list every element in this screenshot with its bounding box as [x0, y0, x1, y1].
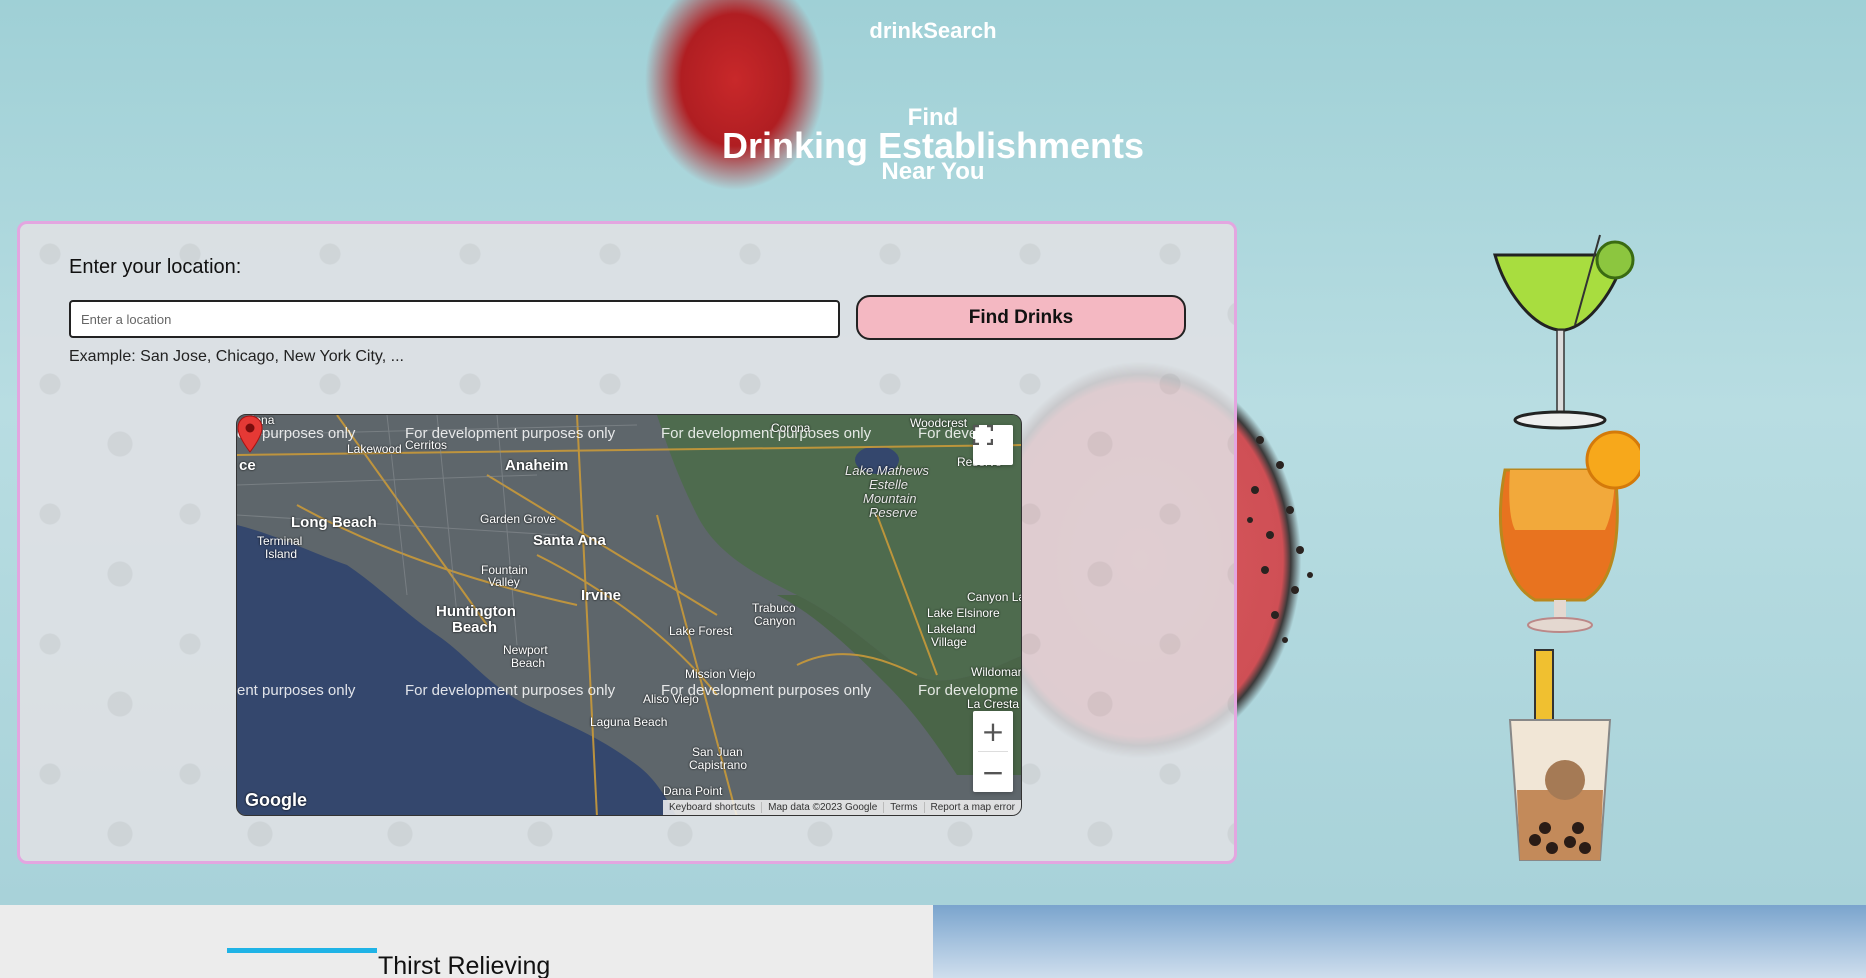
sky-image — [933, 905, 1866, 978]
zoom-in-button[interactable]: + — [973, 711, 1013, 751]
zoom-control: + − — [973, 711, 1013, 792]
map-label: Lakeland — [927, 622, 976, 636]
map-label: Newport — [503, 643, 548, 657]
map-label: Valley — [488, 575, 520, 589]
map-label: Beach — [452, 619, 498, 636]
keyboard-shortcuts-link[interactable]: Keyboard shortcuts — [663, 802, 761, 813]
map-label: Beach — [511, 656, 546, 670]
dev-watermark: ent purposes only — [237, 682, 356, 699]
search-panel: Enter your location: Find Drinks Example… — [17, 221, 1237, 864]
map-label: Santa Ana — [533, 532, 606, 549]
boba-tea-icon — [1508, 649, 1612, 861]
map-label: Mission Viejo — [685, 667, 756, 681]
location-pin-icon[interactable] — [237, 415, 263, 453]
map-label: Canyon Lak — [967, 590, 1021, 604]
map-label: ce — [239, 457, 256, 474]
map-label: Irvine — [581, 587, 622, 604]
map-label: Cerritos — [405, 438, 448, 452]
map-label: La Cresta — [967, 697, 1020, 711]
cocktail-glass-icon — [1493, 234, 1635, 430]
section-accent-bar — [227, 948, 377, 953]
map-label: Mountain — [863, 491, 917, 506]
map-label: Lakewood — [347, 442, 402, 456]
hero-line-near: Near You — [881, 158, 985, 185]
map-widget[interactable]: ent purposes only For development purpos… — [236, 414, 1022, 816]
map-label: San Juan — [692, 745, 743, 759]
map-label: Capistrano — [689, 758, 748, 772]
map-label: Estelle — [869, 477, 909, 492]
dev-watermark: For development purposes only — [405, 682, 616, 699]
location-label: Enter your location: — [69, 256, 242, 278]
location-input[interactable] — [69, 300, 840, 338]
map-label: Laguna Beach — [590, 715, 668, 729]
site-title[interactable]: drinkSearch — [0, 18, 1866, 44]
zoom-out-button[interactable]: − — [973, 752, 1013, 792]
map-label: Terminal — [257, 534, 303, 548]
map-label: Corona — [771, 421, 811, 435]
google-logo[interactable]: Google — [245, 790, 307, 811]
map-data-attribution: Map data ©2023 Google — [761, 802, 883, 813]
fullscreen-button[interactable] — [973, 425, 1013, 465]
map-label: Long Beach — [291, 514, 377, 531]
drinks-illustration — [1493, 234, 1640, 861]
map-label: Aliso Viejo — [643, 692, 699, 706]
dev-watermark: For development purposes only — [661, 425, 872, 442]
map-label: Canyon — [754, 614, 796, 628]
map-footer: Keyboard shortcuts Map data ©2023 Google… — [662, 800, 1021, 815]
hero-heading: Find Drinking Establishments Near You — [0, 106, 1866, 184]
map-label: Island — [265, 547, 298, 561]
map-label: Woodcrest — [910, 416, 968, 430]
map-label: Reserve — [869, 505, 918, 520]
map-label: Garden Grove — [480, 512, 557, 526]
sunrise-glass-icon — [1498, 430, 1640, 633]
map-label: Wildomar — [971, 665, 1022, 679]
map-label: Dana Point — [663, 784, 723, 798]
map-label: Anaheim — [505, 457, 569, 474]
map-label: Trabuco — [752, 601, 796, 615]
map-label: Lake Mathews — [845, 463, 929, 478]
find-drinks-button[interactable]: Find Drinks — [856, 295, 1186, 340]
map-label: Huntington — [436, 603, 516, 620]
map-label: Lake Elsinore — [927, 606, 1000, 620]
location-example: Example: San Jose, Chicago, New York Cit… — [69, 348, 404, 365]
smoothie-seeds-decoration — [1247, 436, 1313, 643]
map-label: Village — [931, 635, 967, 649]
report-map-error-link[interactable]: Report a map error — [923, 802, 1021, 813]
terms-link[interactable]: Terms — [883, 802, 923, 813]
map-label: Lake Forest — [669, 624, 733, 638]
fullscreen-icon — [973, 425, 993, 445]
section-title: Thirst Relieving — [378, 952, 551, 978]
